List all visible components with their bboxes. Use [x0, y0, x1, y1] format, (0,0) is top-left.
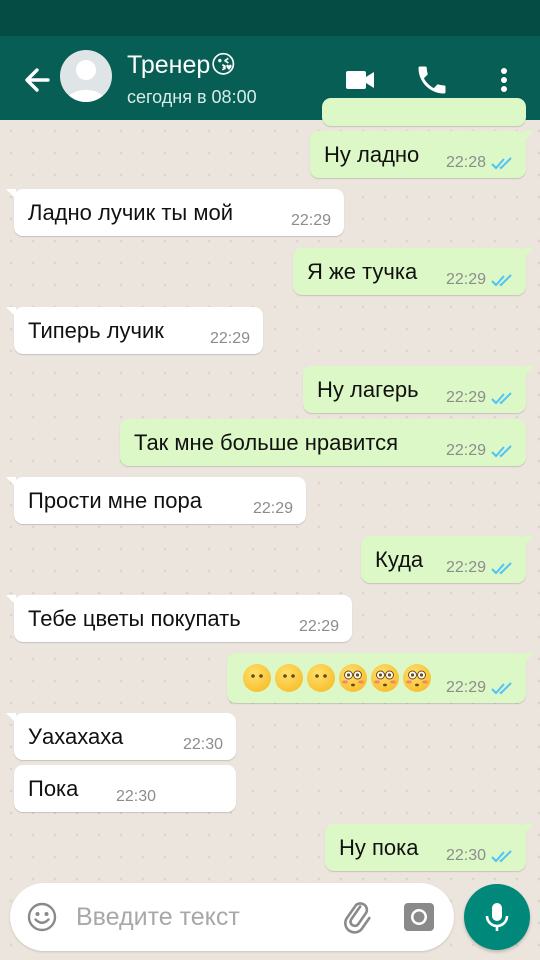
message-time: 22:29	[445, 559, 486, 576]
bubble-tail	[6, 189, 16, 199]
bubble-tail	[524, 248, 534, 258]
double-check-read-icon	[491, 682, 512, 695]
bubble-tail	[6, 307, 16, 317]
bubble-tail	[6, 477, 16, 487]
more-options-button[interactable]	[486, 62, 522, 98]
message-text: Тебе цветы покупать	[28, 606, 241, 631]
message-text: Так мне больше нравится	[134, 430, 399, 455]
double-check-read-icon	[491, 392, 512, 405]
microphone-icon	[485, 903, 509, 931]
message-bubble-outgoing[interactable]: Ну лагерь 22:29	[303, 366, 534, 413]
message-bubble-incoming[interactable]: Пока 22:30	[14, 765, 236, 812]
kissing-face-emoji: 😘	[210, 51, 237, 79]
message-text: Ну пока	[339, 835, 419, 860]
double-check-read-icon	[491, 850, 512, 863]
message-text: Ладно лучик ты мой	[28, 200, 233, 225]
message-bubble-incoming[interactable]: Прости мне пора 22:29	[6, 477, 306, 524]
message-time: 22:29	[290, 212, 331, 229]
message-bubble-outgoing[interactable]: Ну пока 22:30	[325, 824, 534, 871]
flushed-face-emoji	[403, 664, 431, 692]
double-check-read-icon	[491, 157, 512, 170]
contact-name[interactable]: Тренер😘	[127, 50, 236, 80]
message-time: 22:29	[252, 500, 293, 517]
smiley-icon[interactable]	[26, 901, 58, 933]
message-time: 22:29	[298, 618, 339, 635]
message-text: Я же тучка	[307, 259, 418, 284]
video-call-button[interactable]	[342, 62, 378, 98]
message-text: Уахахаха	[28, 724, 124, 749]
message-bubble-incoming[interactable]: Ладно лучик ты мой 22:29	[6, 189, 344, 236]
message-bubble-incoming[interactable]: Тебе цветы покупать 22:29	[6, 595, 352, 642]
message-bubble-partial	[322, 98, 526, 126]
last-seen-status: сегодня в 08:00	[127, 87, 257, 107]
video-camera-icon	[346, 71, 374, 89]
message-time: 22:29	[445, 271, 486, 288]
message-time: 22:30	[445, 847, 486, 864]
default-avatar-icon	[66, 60, 106, 102]
flushed-face-emoji	[371, 664, 399, 692]
flushed-face-emoji	[339, 664, 367, 692]
message-bubble-incoming[interactable]: Типерь лучик 22:29	[6, 307, 263, 354]
bubble-tail	[524, 366, 534, 376]
contact-name-text: Тренер	[127, 51, 211, 79]
message-bubble-outgoing[interactable]: Куда 22:29	[361, 536, 534, 583]
bubble-tail	[524, 536, 534, 546]
avatar[interactable]	[60, 50, 112, 102]
paperclip-icon[interactable]	[340, 899, 376, 935]
neutral-face-emoji	[307, 664, 335, 692]
bubble-tail	[524, 653, 534, 663]
message-time: 22:28	[445, 154, 486, 171]
message-text: Ну ладно	[324, 142, 420, 167]
message-bubble-incoming[interactable]: Уахахаха 22:30	[6, 713, 236, 760]
message-text: Куда	[375, 547, 424, 572]
phone-icon	[418, 66, 446, 94]
message-time: 22:30	[182, 736, 223, 753]
camera-icon[interactable]	[401, 899, 437, 935]
message-bubble-outgoing[interactable]: Так мне больше нравится 22:29	[120, 419, 526, 466]
arrow-left-icon	[25, 68, 50, 92]
message-text: Ну лагерь	[317, 377, 419, 402]
voice-call-button[interactable]	[414, 62, 450, 98]
double-check-read-icon	[491, 562, 512, 575]
message-time: 22:29	[445, 442, 486, 459]
message-text: Типерь лучик	[28, 318, 164, 343]
message-time: 22:30	[115, 788, 156, 805]
message-bubble-outgoing[interactable]: Ну ладно 22:28	[310, 131, 534, 178]
neutral-face-emoji	[243, 664, 271, 692]
status-bar	[0, 0, 540, 36]
message-time: 22:29	[445, 679, 486, 696]
voice-message-button[interactable]	[464, 884, 530, 950]
double-check-read-icon	[491, 445, 512, 458]
double-check-read-icon	[491, 274, 512, 287]
back-button[interactable]	[18, 60, 58, 100]
message-composer	[10, 883, 454, 951]
message-text: Прости мне пора	[28, 488, 203, 513]
message-text: Пока	[28, 776, 79, 801]
bubble-tail	[6, 713, 16, 723]
bubble-tail	[524, 824, 534, 834]
message-input[interactable]	[76, 901, 326, 933]
neutral-face-emoji	[275, 664, 303, 692]
emoji-row	[243, 664, 435, 692]
more-vert-icon	[501, 68, 507, 92]
message-bubble-outgoing[interactable]: 22:29	[227, 653, 534, 703]
bubble-tail	[6, 595, 16, 605]
message-time: 22:29	[445, 389, 486, 406]
message-list[interactable]: Ну ладно 22:28 Ладно лучик ты мой 22:29 …	[0, 98, 540, 960]
message-time: 22:29	[209, 330, 250, 347]
message-bubble-outgoing[interactable]: Я же тучка 22:29	[293, 248, 534, 295]
bubble-tail	[524, 131, 534, 141]
